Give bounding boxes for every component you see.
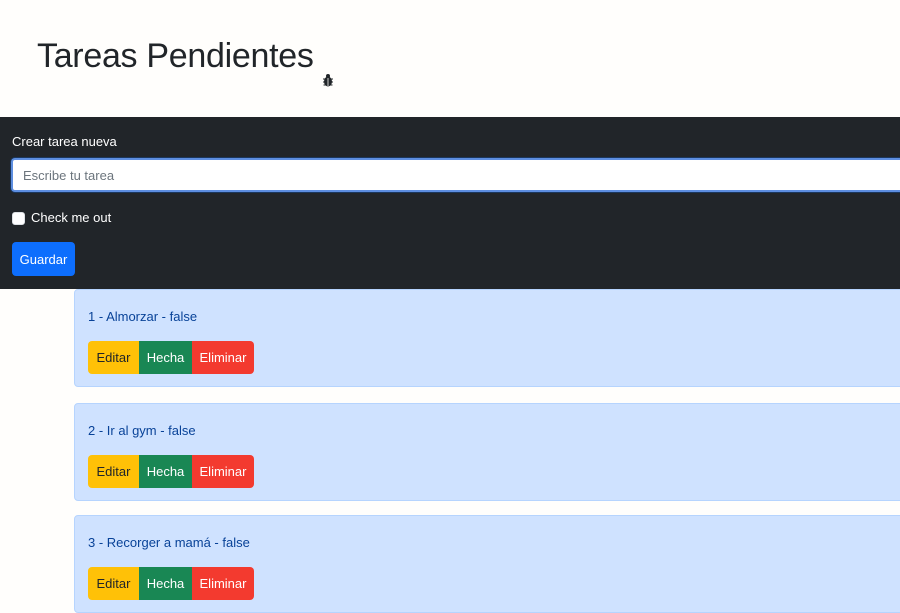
page-title: Tareas Pendientes (37, 32, 334, 87)
page-header: Tareas Pendientes (0, 0, 900, 117)
save-button[interactable]: Guardar (12, 242, 75, 276)
task-text: 3 - Recorger a mamá - false (88, 535, 250, 550)
task-actions: Editar Hecha Eliminar (88, 567, 254, 600)
page-title-text: Tareas Pendientes (37, 37, 314, 75)
edit-button[interactable]: Editar (88, 341, 139, 374)
task-card: 3 - Recorger a mamá - false Editar Hecha… (74, 515, 900, 613)
task-card: 2 - Ir al gym - false Editar Hecha Elimi… (74, 403, 900, 501)
edit-button[interactable]: Editar (88, 567, 139, 600)
task-input[interactable] (11, 158, 900, 192)
done-button[interactable]: Hecha (139, 455, 192, 488)
done-button[interactable]: Hecha (139, 567, 192, 600)
new-task-form-panel (0, 117, 900, 289)
task-actions: Editar Hecha Eliminar (88, 341, 254, 374)
task-actions: Editar Hecha Eliminar (88, 455, 254, 488)
delete-button[interactable]: Eliminar (192, 341, 254, 374)
bug-icon (322, 52, 334, 87)
task-text: 2 - Ir al gym - false (88, 423, 196, 438)
done-button[interactable]: Hecha (139, 341, 192, 374)
check-row: Check me out (12, 210, 111, 226)
check-me-out-checkbox[interactable] (12, 211, 25, 225)
edit-button[interactable]: Editar (88, 455, 139, 488)
delete-button[interactable]: Eliminar (192, 455, 254, 488)
task-card: 1 - Almorzar - false Editar Hecha Elimin… (74, 289, 900, 387)
new-task-label: Crear tarea nueva (12, 134, 117, 149)
check-me-out-label: Check me out (31, 210, 112, 225)
task-text: 1 - Almorzar - false (88, 309, 198, 324)
delete-button[interactable]: Eliminar (192, 567, 254, 600)
